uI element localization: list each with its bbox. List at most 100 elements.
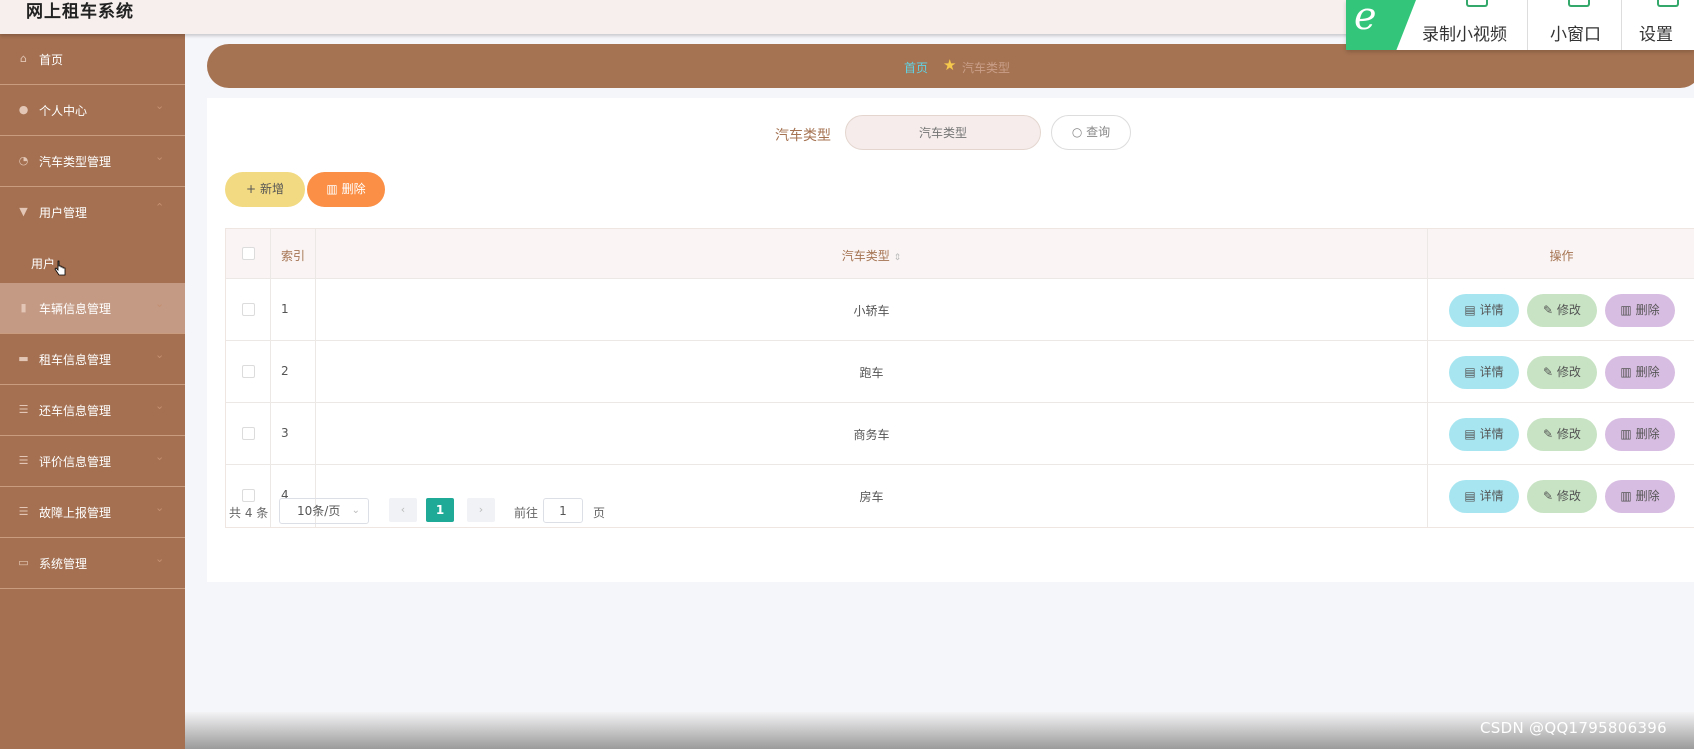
car-type-search-input[interactable] (845, 115, 1041, 150)
sidebar-item-fault-report[interactable]: ☰ 故障上报管理 ⌄ (0, 487, 185, 538)
select-all-checkbox[interactable] (242, 247, 255, 260)
car-type-table: 索引 汽车类型 ⇕ 操作 1 小轿车 ▤ 详情 ✎ 修改 ▥ 删除 2 跑车 ▤… (225, 228, 1694, 528)
chevron-down-icon: ⌄ (155, 501, 165, 514)
sidebar-item-car-type[interactable]: ◔ 汽车类型管理 ⌄ (0, 136, 185, 187)
delete-button[interactable]: ▥ 删除 (1605, 294, 1675, 327)
settings-label: 设置 (1639, 25, 1673, 45)
chevron-down-icon: ⌄ (155, 399, 165, 412)
search-icon: ○ (1071, 125, 1083, 139)
star-icon: ★ (943, 56, 957, 74)
chevron-down-icon: ⌄ (155, 99, 165, 112)
edit-button[interactable]: ✎ 修改 (1527, 356, 1597, 389)
header-index-cell: 索引 (271, 229, 316, 278)
gauge-icon: ◔ (18, 154, 29, 167)
next-page-button[interactable]: › (467, 498, 495, 522)
sidebar-item-label: 汽车类型管理 (39, 155, 112, 169)
breadcrumb: 首页 ★ 汽车类型 (207, 44, 1694, 88)
sidebar-subitem-user[interactable]: 用户 (0, 238, 185, 283)
sidebar-item-label: 用户管理 (39, 206, 88, 220)
content-panel: 汽车类型 ○ 查询 + 新增 ▥ 删除 索引 汽车类型 ⇕ 操作 (207, 98, 1694, 582)
sidebar-item-vehicle-info[interactable]: ▮ 车辆信息管理 ⌄ (0, 283, 185, 334)
home-icon: ⌂ (20, 52, 27, 65)
search-button[interactable]: ○ 查询 (1051, 115, 1131, 150)
bar-chart-icon: ▮ (20, 301, 27, 314)
page-suffix-label: 页 (593, 506, 606, 520)
pagination: 共 4 条 10条/页 ⌄ ‹ 1 › 前往 页 (229, 497, 829, 524)
edit-button[interactable]: ✎ 修改 (1527, 418, 1597, 451)
detail-button[interactable]: ▤ 详情 (1449, 294, 1519, 327)
delete-button[interactable]: ▥ 删除 (1605, 418, 1675, 451)
header-ops-label: 操作 (1549, 249, 1574, 263)
sidebar-item-label: 个人中心 (39, 104, 88, 118)
sidebar-item-label: 车辆信息管理 (39, 302, 112, 316)
plus-icon: + (246, 182, 257, 196)
table-header-row: 索引 汽车类型 ⇕ 操作 (226, 229, 1694, 279)
sidebar-item-label: 租车信息管理 (39, 353, 112, 367)
cart-icon: ▬ (18, 352, 29, 365)
prev-page-button[interactable]: ‹ (389, 498, 417, 522)
sidebar-item-personal-center[interactable]: ● 个人中心 ⌄ (0, 85, 185, 136)
mini-window-button[interactable]: 小窗口 (1550, 0, 1610, 50)
chevron-left-icon: ‹ (400, 503, 406, 516)
breadcrumb-current: 汽车类型 (962, 61, 1011, 75)
sidebar-item-review-info[interactable]: ☰ 评价信息管理 ⌄ (0, 436, 185, 487)
delete-button[interactable]: ▥ 删除 (1605, 480, 1675, 513)
chevron-down-icon: ⌄ (155, 450, 165, 463)
header-check-cell (226, 229, 271, 278)
settings-button[interactable]: 设置 (1639, 0, 1694, 50)
table-row: 2 跑车 ▤ 详情 ✎ 修改 ▥ 删除 (226, 341, 1694, 403)
detail-button[interactable]: ▤ 详情 (1449, 480, 1519, 513)
sidebar-item-label: 首页 (39, 53, 64, 67)
user-icon: ● (18, 103, 29, 116)
sidebar-item-label: 系统管理 (39, 557, 88, 571)
recorder-toolbar: e 录制小视频 小窗口 设置 (1346, 0, 1694, 50)
goto-page-input[interactable] (543, 498, 583, 523)
trash-icon: ▥ (326, 182, 338, 196)
bottom-fade (185, 712, 1694, 749)
divider (1621, 0, 1622, 50)
table-row: 1 小轿车 ▤ 详情 ✎ 修改 ▥ 删除 (226, 279, 1694, 341)
window-icon (1568, 0, 1590, 7)
chevron-down-icon: ⌄ (155, 297, 165, 310)
sidebar-item-user-management[interactable]: ▼ 用户管理 ⌃ (0, 187, 185, 238)
sliders-icon: ☰ (18, 505, 29, 518)
chevron-down-icon: ⌄ (155, 348, 165, 361)
header-ops-cell: 操作 (1428, 229, 1694, 278)
header-type-cell[interactable]: 汽车类型 ⇕ (316, 229, 1428, 278)
table-row: 3 商务车 ▤ 详情 ✎ 修改 ▥ 删除 (226, 403, 1694, 465)
sidebar-item-home[interactable]: ⌂ 首页 (0, 34, 185, 85)
sidebar-item-system[interactable]: ▭ 系统管理 ⌄ (0, 538, 185, 589)
row-checkbox[interactable] (242, 303, 255, 316)
current-page-button[interactable]: 1 (426, 498, 454, 522)
header-index-label: 索引 (281, 249, 306, 263)
recorder-logo-icon: e (1346, 0, 1416, 50)
flag-icon: ▼ (19, 205, 28, 218)
row-checkbox[interactable] (242, 427, 255, 440)
breadcrumb-home-link[interactable]: 首页 (904, 59, 928, 76)
search-label: 汽车类型 (775, 128, 831, 144)
add-button-label: 新增 (259, 182, 284, 196)
app-title: 网上租车系统 (26, 2, 134, 22)
chevron-down-icon: ⌄ (155, 150, 165, 163)
row-checkbox[interactable] (242, 365, 255, 378)
detail-button[interactable]: ▤ 详情 (1449, 418, 1519, 451)
detail-button[interactable]: ▤ 详情 (1449, 356, 1519, 389)
batch-delete-button[interactable]: ▥ 删除 (307, 172, 385, 207)
page-size-select[interactable]: 10条/页 ⌄ (279, 498, 369, 524)
sidebar-subitem-label: 用户 (31, 257, 56, 271)
add-button[interactable]: + 新增 (225, 172, 305, 207)
edit-button[interactable]: ✎ 修改 (1527, 294, 1597, 327)
delete-button[interactable]: ▥ 删除 (1605, 356, 1675, 389)
edit-button[interactable]: ✎ 修改 (1527, 480, 1597, 513)
sidebar-item-rental-info[interactable]: ▬ 租车信息管理 ⌄ (0, 334, 185, 385)
row-index: 3 (281, 426, 289, 440)
list-icon: ☰ (18, 403, 29, 416)
record-video-button[interactable]: 录制小视频 (1422, 0, 1522, 50)
row-index: 2 (281, 364, 289, 378)
sidebar-item-label: 故障上报管理 (39, 506, 112, 520)
divider (1527, 0, 1528, 50)
sort-icon[interactable]: ⇕ (894, 253, 902, 263)
sidebar-item-return-info[interactable]: ☰ 还车信息管理 ⌄ (0, 385, 185, 436)
chevron-down-icon: ⌄ (155, 552, 165, 565)
monitor-icon: ▭ (18, 556, 29, 569)
